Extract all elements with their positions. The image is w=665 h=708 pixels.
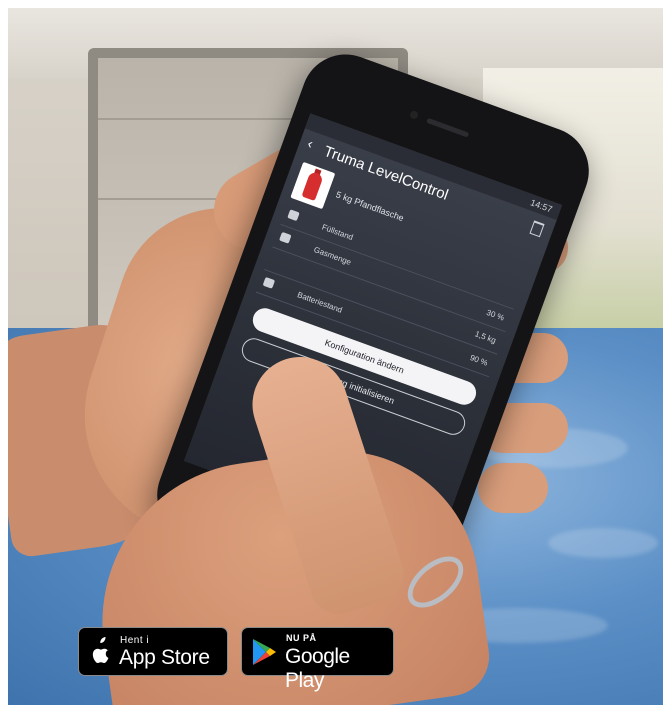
tank-label: 5 kg Pfandflasche (334, 189, 406, 224)
row-label: Füllstand (320, 222, 355, 243)
app-store-small-text: Hent i (120, 635, 150, 646)
front-camera (408, 109, 420, 121)
app-store-badge[interactable]: Hent i App Store (78, 627, 228, 676)
earpiece (426, 117, 470, 138)
hero-photo: 14:57 ‹ Truma LevelControl 5 kg Pfandfla… (8, 8, 663, 705)
google-play-icon (253, 639, 276, 665)
level-icon (287, 209, 300, 222)
google-play-small-text: NU PÅ (286, 633, 317, 643)
row-value: 30 % (485, 307, 506, 323)
google-play-title: Google Play (285, 645, 350, 692)
battery-icon (262, 276, 276, 289)
row-value: 90 % (468, 353, 490, 368)
finger (478, 463, 548, 513)
app-store-title: App Store (119, 646, 210, 669)
row-value: 1,5 kg (473, 329, 498, 346)
gas-icon (279, 231, 292, 244)
blanket-fold (548, 528, 658, 558)
apple-icon (92, 637, 109, 663)
google-play-badge[interactable]: NU PÅ Google Play (241, 627, 394, 692)
